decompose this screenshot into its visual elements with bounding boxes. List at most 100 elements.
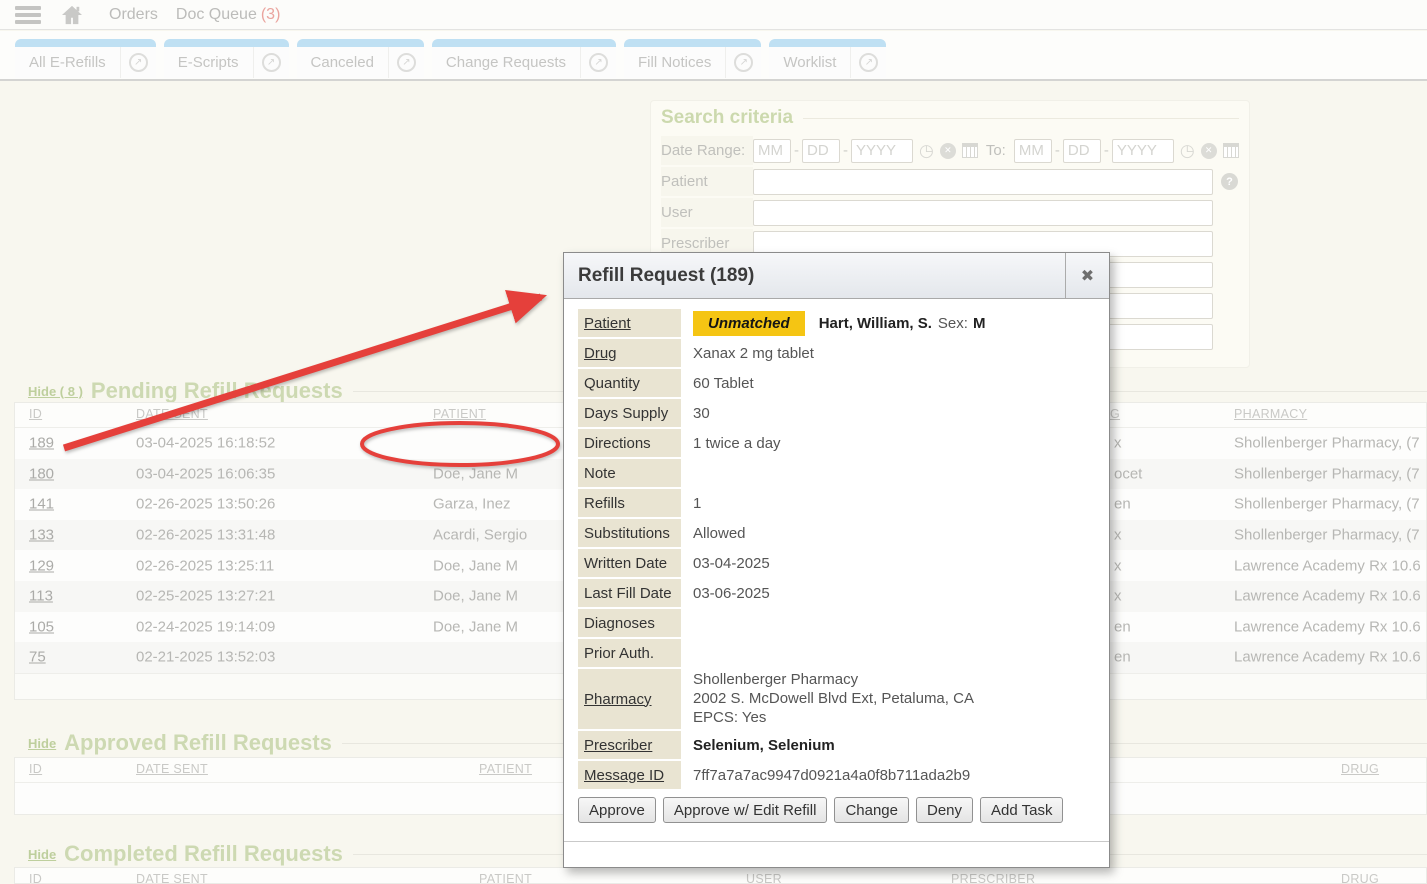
- tab-canceled[interactable]: Canceled ↗: [297, 39, 424, 78]
- detail-row-refills: Refills 1: [578, 489, 1109, 519]
- patient-cell: Doe, Jane M: [433, 557, 518, 574]
- tab-change-requests[interactable]: Change Requests ↗: [432, 39, 616, 78]
- substitutions-value: Allowed: [693, 519, 746, 547]
- calendar-icon[interactable]: [1223, 143, 1239, 158]
- dialog-body: Patient Unmatched Hart, William, S. Sex:…: [564, 299, 1109, 823]
- patient-cell: Acardi, Sergio: [433, 527, 527, 544]
- date-sent-cell: 02-24-2025 19:14:09: [136, 618, 275, 635]
- col-header-patient[interactable]: PATIENT: [479, 762, 532, 776]
- col-header-drug[interactable]: DRUG: [1341, 762, 1379, 776]
- written-date-value: 03-04-2025: [693, 549, 770, 577]
- last-fill-date-value: 03-06-2025: [693, 579, 770, 607]
- quantity-label: Quantity: [578, 369, 681, 397]
- from-month-input[interactable]: [753, 139, 791, 163]
- tab-fill-notices[interactable]: Fill Notices ↗: [624, 39, 761, 78]
- refill-id-link[interactable]: 189: [29, 435, 54, 452]
- col-header-id[interactable]: ID: [29, 762, 42, 776]
- tab-worklist[interactable]: Worklist ↗: [769, 39, 886, 78]
- pending-hide-link[interactable]: Hide ( 8 ): [28, 384, 83, 399]
- approved-hide-link[interactable]: Hide: [28, 736, 56, 751]
- completed-table-header: ID DATE SENT PATIENT USER PRESCRIBER DRU…: [15, 868, 1426, 884]
- from-day-input[interactable]: [802, 139, 840, 163]
- to-day-input[interactable]: [1063, 139, 1101, 163]
- patient-cell: Doe, Jane M: [433, 465, 518, 482]
- refills-value: 1: [693, 489, 701, 517]
- calendar-icon[interactable]: [962, 143, 978, 158]
- col-header-pharmacy[interactable]: PHARMACY: [1234, 407, 1307, 421]
- help-icon[interactable]: ?: [1221, 173, 1238, 190]
- patient-cell: Doe, Jane M: [433, 588, 518, 605]
- nav-orders[interactable]: Orders: [109, 6, 158, 24]
- tab-e-scripts[interactable]: E-Scripts ↗: [164, 39, 289, 78]
- col-header-id[interactable]: ID: [29, 407, 42, 421]
- date-sent-cell: 02-25-2025 13:27:21: [136, 588, 275, 605]
- drug-cell: en: [1114, 496, 1131, 513]
- user-search-input[interactable]: [753, 200, 1213, 226]
- detail-row-days-supply: Days Supply 30: [578, 399, 1109, 429]
- refresh-icon[interactable]: ↗: [580, 47, 616, 78]
- nav-doc-queue[interactable]: Doc Queue: [176, 6, 257, 24]
- prescriber-value: Selenium, Selenium: [693, 731, 835, 759]
- refresh-icon[interactable]: ↗: [850, 47, 886, 78]
- refill-id-link[interactable]: 180: [29, 465, 54, 482]
- refill-id-link[interactable]: 75: [29, 649, 46, 666]
- drug-cell: x: [1114, 557, 1122, 574]
- refill-id-link[interactable]: 105: [29, 618, 54, 635]
- patient-search-row: Patient ?: [661, 166, 1239, 197]
- days-supply-value: 30: [693, 399, 710, 427]
- tab-stripe: [164, 39, 289, 47]
- pharmacy-cell: Shollenberger Pharmacy, (7: [1234, 527, 1420, 544]
- refill-id-link[interactable]: 113: [29, 588, 53, 605]
- refill-id-link[interactable]: 141: [29, 496, 54, 513]
- completed-hide-link[interactable]: Hide: [28, 847, 56, 862]
- add-task-button[interactable]: Add Task: [980, 797, 1063, 823]
- drug-cell: en: [1114, 618, 1131, 635]
- prescriber-link[interactable]: Prescriber: [578, 731, 681, 759]
- note-label: Note: [578, 459, 681, 487]
- col-header-prescriber[interactable]: PRESCRIBER: [951, 872, 1035, 884]
- close-icon[interactable]: ✖: [1065, 253, 1109, 298]
- col-header-date-sent[interactable]: DATE SENT: [136, 872, 208, 884]
- refresh-icon[interactable]: ↗: [725, 47, 761, 78]
- col-header-user[interactable]: USER: [746, 872, 782, 884]
- col-header-id[interactable]: ID: [29, 872, 42, 884]
- detail-row-quantity: Quantity 60 Tablet: [578, 369, 1109, 399]
- approve-button[interactable]: Approve: [578, 797, 656, 823]
- drug-cell: en: [1114, 649, 1131, 666]
- col-header-date-sent[interactable]: DATE SENT: [136, 762, 208, 776]
- detail-row-prior-auth: Prior Auth.: [578, 639, 1109, 669]
- time-icon[interactable]: ◷: [919, 142, 934, 159]
- col-header-drug[interactable]: DRUG: [1341, 872, 1379, 884]
- directions-label: Directions: [578, 429, 681, 457]
- hamburger-menu-icon[interactable]: [15, 6, 41, 24]
- refill-id-link[interactable]: 129: [29, 557, 54, 574]
- to-year-input[interactable]: [1112, 139, 1174, 163]
- date-sent-cell: 02-21-2025 13:52:03: [136, 649, 275, 666]
- col-header-date-sent[interactable]: DATE SENT: [136, 407, 208, 421]
- time-icon[interactable]: ◷: [1180, 142, 1195, 159]
- refresh-icon[interactable]: ↗: [120, 47, 156, 78]
- from-year-input[interactable]: [851, 139, 913, 163]
- patient-link[interactable]: Patient: [578, 309, 681, 337]
- refresh-icon[interactable]: ↗: [253, 47, 289, 78]
- tab-all-e-refills[interactable]: All E-Refills ↗: [15, 39, 156, 78]
- message-id-link[interactable]: Message ID: [578, 761, 681, 789]
- col-header-patient[interactable]: PATIENT: [433, 407, 486, 421]
- clear-date-icon[interactable]: ✕: [1201, 143, 1217, 159]
- refill-id-link[interactable]: 133: [29, 527, 54, 544]
- deny-button[interactable]: Deny: [916, 797, 973, 823]
- to-month-input[interactable]: [1014, 139, 1052, 163]
- detail-row-last-fill-date: Last Fill Date 03-06-2025: [578, 579, 1109, 609]
- refresh-icon[interactable]: ↗: [388, 47, 424, 78]
- approve-edit-refill-button[interactable]: Approve w/ Edit Refill: [663, 797, 828, 823]
- date-separator: -: [843, 142, 848, 159]
- detail-row-drug: Drug Xanax 2 mg tablet: [578, 339, 1109, 369]
- drug-link[interactable]: Drug: [578, 339, 681, 367]
- refill-requests-page: Orders Doc Queue (3) All E-Refills ↗ E-S…: [0, 0, 1427, 884]
- change-button[interactable]: Change: [834, 797, 909, 823]
- clear-date-icon[interactable]: ✕: [940, 143, 956, 159]
- pharmacy-link[interactable]: Pharmacy: [578, 669, 681, 729]
- col-header-patient[interactable]: PATIENT: [479, 872, 532, 884]
- home-icon[interactable]: [61, 5, 83, 25]
- patient-search-input[interactable]: [753, 169, 1213, 195]
